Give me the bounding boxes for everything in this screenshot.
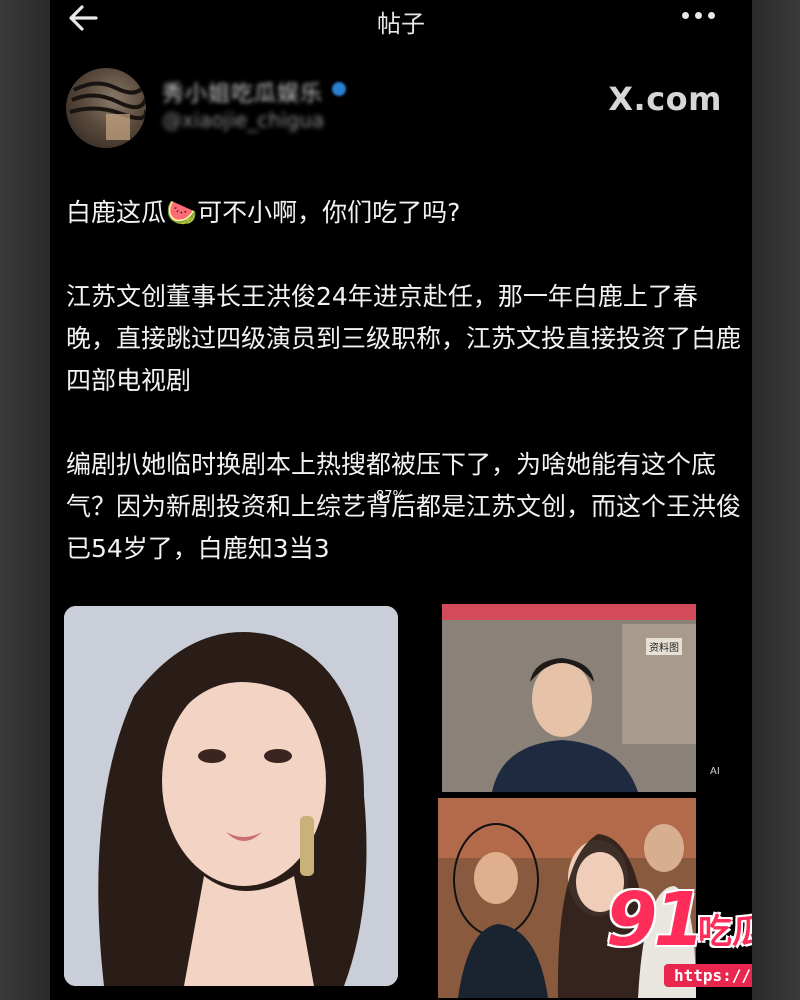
image-caption: 资料图 — [646, 638, 682, 655]
post-card: 秀小姐吃瓜娱乐 @xiaojie_chigua X.com 白鹿这瓜🍉可不小啊，… — [50, 48, 752, 1000]
site-watermark-logo: 91 吃瓜中心 https://91vip11.com — [606, 880, 752, 992]
portrait-photo — [64, 606, 398, 986]
post-body-text: 白鹿这瓜🍉可不小啊，你们吃了吗? 江苏文创董事长王洪俊24年进京赴任，那一年白鹿… — [66, 198, 742, 563]
man-photo — [442, 604, 696, 792]
author-handle: @xiaojie_chigua — [162, 108, 325, 132]
phone-screen: 帖子 秀小姐吃瓜娱乐 @xiaojie_chigua X.com 白鹿这瓜🍉可不… — [50, 0, 752, 1000]
left-blur-edge — [0, 0, 50, 1000]
loading-progress-label: 87% — [376, 489, 405, 504]
avatar[interactable] — [66, 68, 146, 148]
more-horizontal-icon — [682, 12, 689, 19]
arrow-left-icon — [69, 5, 98, 31]
watermark-url: https://91vip11.com — [664, 964, 752, 987]
author-name[interactable]: 秀小姐吃瓜娱乐 — [162, 76, 323, 108]
more-options-button[interactable] — [682, 12, 722, 22]
scribble-redaction-icon — [69, 81, 146, 140]
ai-badge-icon: AI — [710, 766, 720, 777]
verified-badge-icon — [332, 82, 346, 96]
right-blur-edge — [750, 0, 800, 1000]
page-title: 帖子 — [377, 10, 425, 38]
watermark-name: 吃瓜中心 — [698, 912, 752, 952]
watermark-number: 91 — [606, 877, 705, 963]
back-button[interactable] — [66, 2, 106, 34]
post-image-portrait[interactable] — [64, 606, 398, 986]
post-image-man-speaking[interactable]: 资料图 — [442, 604, 696, 792]
top-navigation-bar: 帖子 — [50, 0, 752, 40]
source-x-logo: X.com — [608, 80, 722, 118]
